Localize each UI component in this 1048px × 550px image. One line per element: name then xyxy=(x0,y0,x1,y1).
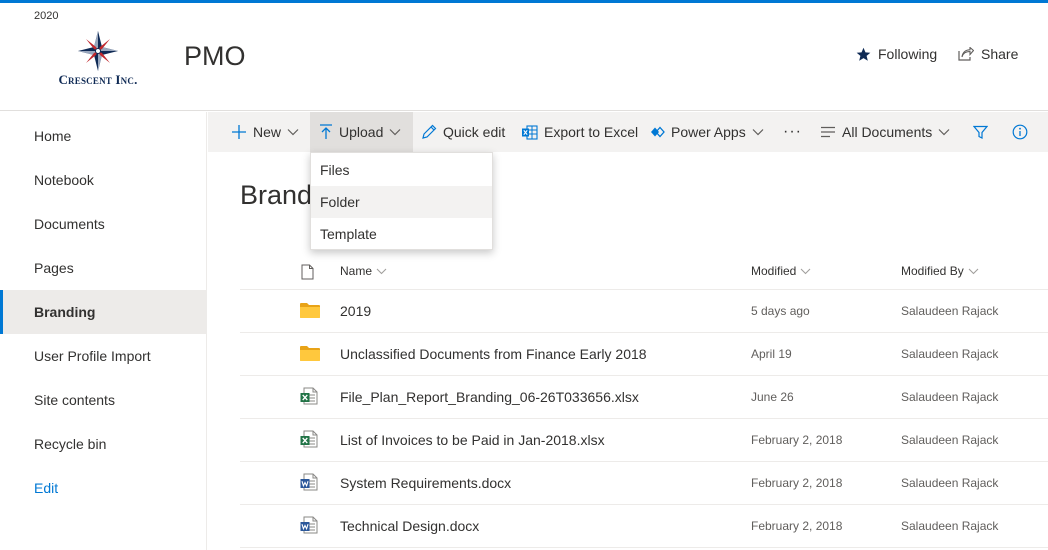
upload-button[interactable]: Upload xyxy=(310,112,413,152)
row-modified-by: Salaudeen Rajack xyxy=(901,347,999,361)
site-header: 2020 Crescent Inc. PMO Following Share xyxy=(0,3,1048,111)
new-label: New xyxy=(253,124,282,140)
list-view-icon xyxy=(821,126,835,138)
nav-item-site-contents[interactable]: Site contents xyxy=(0,378,207,422)
info-icon xyxy=(1012,124,1028,140)
upload-icon xyxy=(320,124,332,139)
star-icon xyxy=(856,47,871,61)
upload-menu-item-files[interactable]: Files xyxy=(311,154,492,186)
column-modified-by-label: Modified By xyxy=(901,264,964,278)
column-header-modified-by[interactable]: Modified By xyxy=(901,264,979,278)
export-label: Export to Excel xyxy=(544,124,639,140)
nav-item-user-profile-import[interactable]: User Profile Import xyxy=(0,334,207,378)
chevron-down-icon xyxy=(389,129,401,136)
column-header-name[interactable]: Name xyxy=(340,264,387,278)
table-row[interactable]: 2019 5 days ago Salaudeen Rajack xyxy=(240,290,1048,333)
column-header-modified[interactable]: Modified xyxy=(751,264,811,278)
list-header: Name Modified Modified By xyxy=(240,256,1048,290)
row-name[interactable]: 2019 xyxy=(340,303,371,319)
row-name[interactable]: Unclassified Documents from Finance Earl… xyxy=(340,346,647,362)
quick-edit-label: Quick edit xyxy=(443,124,506,140)
row-name[interactable]: Technical Design.docx xyxy=(340,518,479,534)
year-label: 2020 xyxy=(34,10,59,22)
upload-menu-item-folder[interactable]: Folder xyxy=(311,186,492,218)
nav-item-documents[interactable]: Documents xyxy=(0,202,207,246)
view-switcher-button[interactable]: All Documents xyxy=(820,112,950,152)
upload-menu-item-template[interactable]: Template xyxy=(311,218,492,250)
power-apps-label: Power Apps xyxy=(671,124,746,140)
power-apps-button[interactable]: Power Apps xyxy=(650,112,764,152)
nav-item-branding[interactable]: Branding xyxy=(0,290,207,334)
chevron-down-icon xyxy=(800,268,811,274)
table-row[interactable]: File_Plan_Report_Branding_06-26T033656.x… xyxy=(240,376,1048,419)
row-name[interactable]: File_Plan_Report_Branding_06-26T033656.x… xyxy=(340,389,639,405)
folder-icon xyxy=(300,346,320,361)
filter-button[interactable] xyxy=(973,112,988,152)
chevron-down-icon xyxy=(376,268,387,274)
view-label: All Documents xyxy=(842,124,933,140)
quick-edit-button[interactable]: Quick edit xyxy=(421,112,505,152)
nav-item-pages[interactable]: Pages xyxy=(0,246,207,290)
info-pane-button[interactable] xyxy=(1012,112,1028,152)
nav-item-recycle-bin[interactable]: Recycle bin xyxy=(0,422,207,466)
following-button[interactable]: Following xyxy=(856,43,937,65)
table-row[interactable]: System Requirements.docx February 2, 201… xyxy=(240,462,1048,505)
table-row[interactable]: Unclassified Documents from Finance Earl… xyxy=(240,333,1048,376)
row-modified-by: Salaudeen Rajack xyxy=(901,304,999,318)
share-button[interactable]: Share xyxy=(958,43,1018,65)
site-logo[interactable]: Crescent Inc. xyxy=(36,29,160,89)
share-label: Share xyxy=(981,46,1019,62)
row-modified-by: Salaudeen Rajack xyxy=(901,519,999,533)
compass-star-icon xyxy=(78,31,118,71)
chevron-down-icon xyxy=(938,129,950,136)
file-type-icon[interactable] xyxy=(301,264,314,280)
nav-edit-link[interactable]: Edit xyxy=(0,466,207,510)
nav-item-notebook[interactable]: Notebook xyxy=(0,158,207,202)
following-label: Following xyxy=(878,46,938,62)
command-bar: New Upload Quick edit Export to Excel Po… xyxy=(208,112,1048,152)
excel-export-icon xyxy=(522,124,538,140)
more-options-button[interactable]: ··· xyxy=(783,112,802,152)
word-file-icon xyxy=(300,473,318,491)
word-file-icon xyxy=(300,516,318,534)
nav-item-home[interactable]: Home xyxy=(0,114,207,158)
row-modified: June 26 xyxy=(751,390,794,404)
filter-icon xyxy=(973,125,988,139)
table-row[interactable]: List of Invoices to be Paid in Jan-2018.… xyxy=(240,419,1048,462)
share-icon xyxy=(958,47,974,61)
chevron-down-icon xyxy=(968,268,979,274)
row-modified-by: Salaudeen Rajack xyxy=(901,433,999,447)
row-modified-by: Salaudeen Rajack xyxy=(901,476,999,490)
chevron-down-icon xyxy=(287,129,299,136)
excel-file-icon xyxy=(300,430,318,448)
new-button[interactable]: New xyxy=(231,112,299,152)
column-modified-label: Modified xyxy=(751,264,797,278)
row-name[interactable]: List of Invoices to be Paid in Jan-2018.… xyxy=(340,432,605,448)
row-name[interactable]: System Requirements.docx xyxy=(340,475,511,491)
pencil-icon xyxy=(422,124,437,139)
folder-icon xyxy=(300,303,320,318)
plus-icon xyxy=(232,125,246,139)
logo-text: Crescent Inc. xyxy=(58,72,138,87)
row-modified: 5 days ago xyxy=(751,304,810,318)
power-apps-icon xyxy=(651,126,665,138)
excel-file-icon xyxy=(300,387,318,405)
row-modified: February 2, 2018 xyxy=(751,476,843,490)
row-modified-by: Salaudeen Rajack xyxy=(901,390,999,404)
left-navigation: Home Notebook Documents Pages Branding U… xyxy=(0,112,207,550)
row-modified: February 2, 2018 xyxy=(751,519,843,533)
chevron-down-icon xyxy=(752,129,764,136)
upload-menu: Files Folder Template xyxy=(310,152,493,250)
row-modified: April 19 xyxy=(751,347,792,361)
site-title[interactable]: PMO xyxy=(184,41,246,72)
column-name-label: Name xyxy=(340,264,373,278)
export-to-excel-button[interactable]: Export to Excel xyxy=(521,112,638,152)
upload-label: Upload xyxy=(339,124,384,140)
row-modified: February 2, 2018 xyxy=(751,433,843,447)
table-row[interactable]: Technical Design.docx February 2, 2018 S… xyxy=(240,505,1048,548)
library-title: Brand xyxy=(240,180,313,210)
